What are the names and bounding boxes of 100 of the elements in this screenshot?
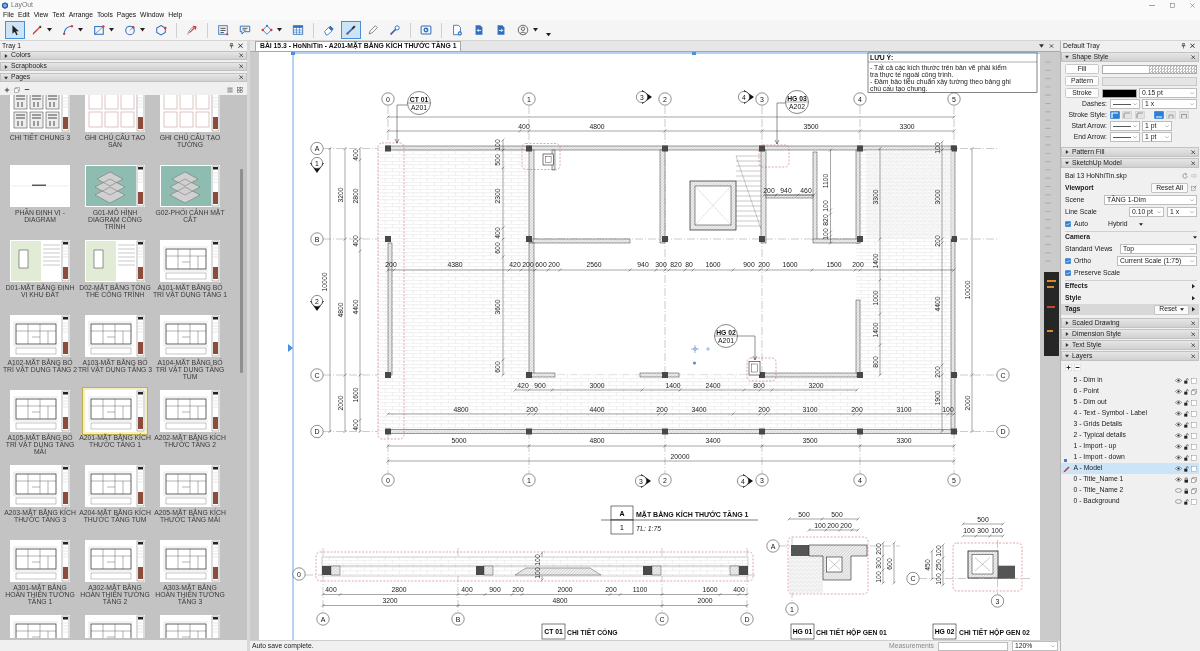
pin-icon[interactable] bbox=[229, 43, 234, 49]
unlocked-icon[interactable] bbox=[1184, 410, 1189, 417]
page-thumbnail[interactable] bbox=[160, 615, 220, 638]
close-icon[interactable] bbox=[238, 43, 243, 49]
scrollbar-thumb[interactable] bbox=[240, 169, 243, 373]
caret-icon[interactable] bbox=[546, 32, 551, 37]
close-icon[interactable] bbox=[1190, 149, 1195, 155]
page-thumbnail[interactable] bbox=[10, 95, 70, 132]
eye-icon[interactable] bbox=[1174, 422, 1182, 427]
dash-style-dropdown[interactable] bbox=[1109, 99, 1140, 109]
page-thumbnail[interactable] bbox=[160, 540, 220, 582]
line-cap-icon[interactable] bbox=[1153, 111, 1164, 119]
page-thumbnail[interactable] bbox=[85, 540, 145, 582]
page-thumbnail[interactable] bbox=[10, 165, 70, 207]
duplicate-page-icon[interactable] bbox=[14, 86, 20, 93]
unlocked-icon[interactable] bbox=[1184, 388, 1189, 395]
page-thumbnail[interactable] bbox=[160, 315, 220, 357]
remove-icon[interactable] bbox=[1074, 364, 1081, 371]
dropdown-caret-icon[interactable] bbox=[1039, 44, 1044, 48]
line-cap-icon[interactable] bbox=[1178, 111, 1189, 119]
page-thumbnail[interactable] bbox=[160, 465, 220, 507]
page-thumbnail[interactable] bbox=[85, 315, 145, 357]
caret-icon[interactable] bbox=[277, 28, 282, 32]
checkbox[interactable] bbox=[1065, 258, 1071, 264]
start-arrow-dropdown[interactable] bbox=[1109, 121, 1140, 131]
close-icon[interactable] bbox=[1049, 44, 1054, 48]
chevron-down-icon bbox=[1190, 247, 1194, 251]
page-thumbnail[interactable] bbox=[85, 465, 145, 507]
caret-icon[interactable] bbox=[1192, 295, 1195, 301]
eye-icon[interactable] bbox=[1174, 389, 1182, 394]
eye-icon[interactable] bbox=[1174, 433, 1182, 438]
caret-icon[interactable] bbox=[47, 28, 52, 32]
unlocked-icon[interactable] bbox=[1184, 421, 1189, 428]
page-thumbnail[interactable] bbox=[10, 540, 70, 582]
tool-button[interactable] bbox=[5, 21, 25, 39]
caret-icon[interactable] bbox=[533, 28, 538, 32]
page-thumbnail[interactable] bbox=[10, 465, 70, 507]
page-thumbnail[interactable] bbox=[160, 240, 220, 282]
edit-icon[interactable] bbox=[1191, 185, 1197, 191]
unlocked-icon[interactable] bbox=[1184, 465, 1189, 472]
close-icon[interactable] bbox=[238, 53, 243, 58]
page-thumbnail[interactable] bbox=[85, 165, 145, 207]
add-icon[interactable] bbox=[1065, 364, 1072, 371]
maximize-icon[interactable] bbox=[1170, 2, 1175, 8]
page-thumbnail[interactable] bbox=[10, 615, 70, 638]
eye-icon[interactable] bbox=[1174, 400, 1182, 405]
close-icon[interactable] bbox=[238, 64, 243, 69]
page-thumbnail[interactable] bbox=[160, 95, 220, 132]
caret-icon[interactable] bbox=[140, 28, 145, 32]
page-thumbnail[interactable] bbox=[85, 95, 145, 132]
circle-icon bbox=[124, 24, 136, 36]
leader-line bbox=[394, 104, 408, 144]
page-thumbnail[interactable] bbox=[160, 165, 220, 207]
minimize-icon[interactable] bbox=[1149, 4, 1155, 6]
checkbox[interactable] bbox=[1065, 221, 1071, 227]
unlocked-icon[interactable] bbox=[1184, 443, 1189, 450]
refresh-icon[interactable] bbox=[1182, 173, 1188, 179]
page-thumbnail[interactable] bbox=[85, 240, 145, 282]
unlocked-icon[interactable] bbox=[1184, 432, 1189, 439]
close-icon[interactable] bbox=[1190, 160, 1195, 166]
caret-icon[interactable] bbox=[1193, 236, 1197, 239]
page-thumbnail[interactable] bbox=[10, 240, 70, 282]
lock-icon[interactable] bbox=[1184, 487, 1189, 494]
end-arrow-dropdown[interactable] bbox=[1109, 132, 1140, 142]
page-thumbnail[interactable] bbox=[10, 315, 70, 357]
caret-icon[interactable] bbox=[78, 28, 83, 32]
page-thumbnail[interactable] bbox=[82, 387, 148, 435]
checkbox[interactable] bbox=[1065, 270, 1071, 276]
page-thumbnail[interactable] bbox=[85, 615, 145, 638]
caret-icon[interactable] bbox=[109, 28, 114, 32]
eye-icon[interactable] bbox=[1174, 378, 1182, 383]
close-icon[interactable] bbox=[1190, 331, 1195, 337]
page-thumbnail[interactable] bbox=[10, 390, 70, 432]
line-join-icon[interactable] bbox=[1109, 111, 1120, 119]
pattern-swatch[interactable] bbox=[1101, 76, 1197, 86]
eye-icon[interactable] bbox=[1174, 411, 1182, 416]
caret-icon[interactable] bbox=[1192, 307, 1195, 312]
close-icon[interactable] bbox=[1190, 54, 1195, 60]
fill-swatch[interactable] bbox=[1101, 64, 1197, 74]
eye-icon[interactable] bbox=[1174, 466, 1182, 471]
close-icon[interactable] bbox=[1190, 353, 1195, 359]
stroke-color-swatch[interactable] bbox=[1101, 88, 1137, 98]
dimension-line bbox=[892, 541, 896, 585]
eye-icon[interactable] bbox=[1174, 455, 1182, 460]
measurements-field[interactable] bbox=[938, 641, 1008, 651]
unlocked-icon[interactable] bbox=[1184, 399, 1189, 406]
eye-icon[interactable] bbox=[1174, 444, 1182, 449]
close-icon[interactable] bbox=[1190, 342, 1195, 348]
eye-icon[interactable] bbox=[1174, 477, 1182, 482]
page-thumbnail[interactable] bbox=[160, 390, 220, 432]
unlocked-icon[interactable] bbox=[1184, 454, 1189, 461]
unlocked-icon[interactable] bbox=[1184, 498, 1189, 505]
lock-icon[interactable] bbox=[1184, 476, 1189, 483]
close-icon[interactable] bbox=[1190, 43, 1195, 49]
pin-icon[interactable] bbox=[1181, 43, 1186, 49]
grid-view-icon[interactable] bbox=[237, 86, 243, 93]
close-icon[interactable] bbox=[1190, 320, 1195, 326]
unlocked-icon[interactable] bbox=[1184, 377, 1189, 384]
caret-icon[interactable] bbox=[1192, 284, 1195, 289]
close-icon[interactable] bbox=[238, 75, 243, 80]
